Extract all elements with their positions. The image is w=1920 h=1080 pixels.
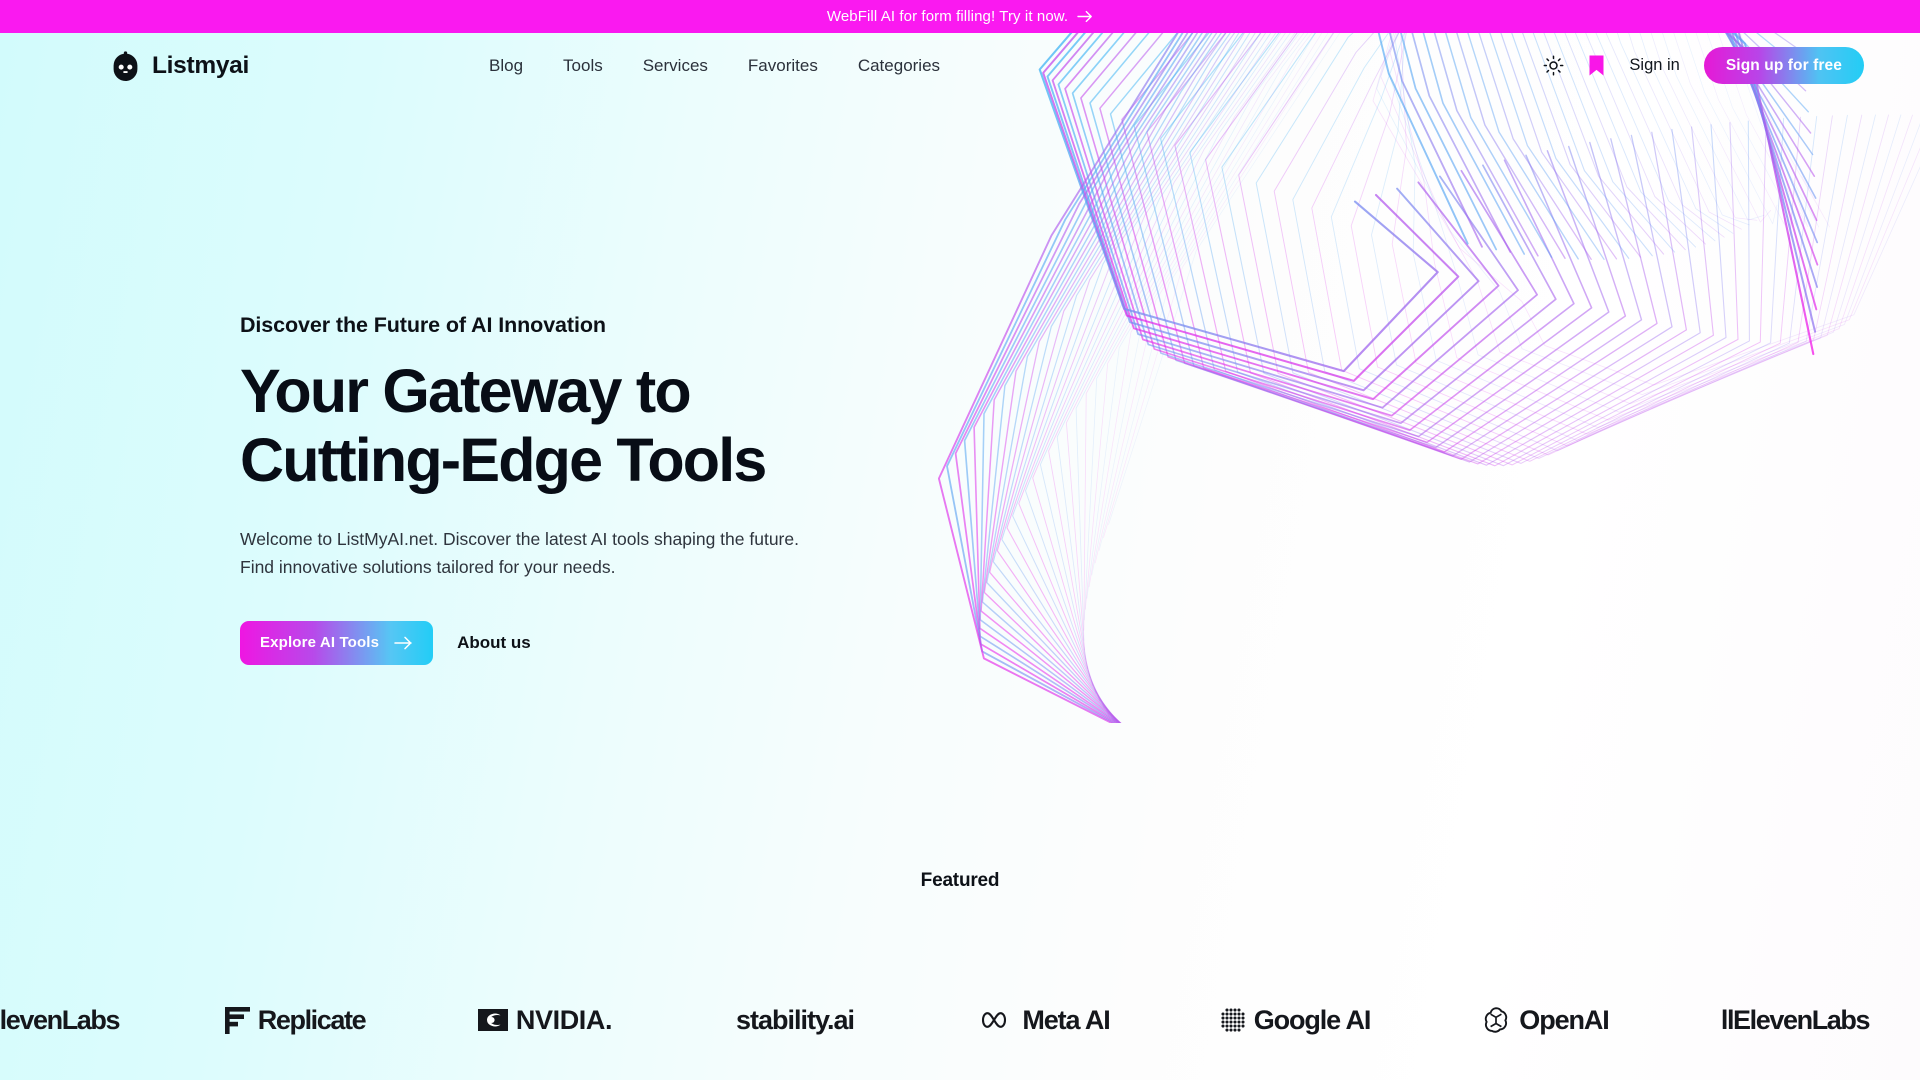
bookmark-button[interactable] bbox=[1588, 54, 1605, 77]
hero-actions: Explore AI Tools About us bbox=[240, 620, 1920, 665]
hero-title: Your Gateway to Cutting-Edge Tools bbox=[240, 357, 1920, 495]
arrow-right-icon bbox=[1077, 10, 1093, 23]
partner-logos-track: llElevenLabs Replicate NVIDIA. stability.ai… bbox=[0, 1005, 1920, 1036]
partner-logo-item[interactable]: stability.ai bbox=[670, 1005, 920, 1036]
hero-title-line-2: Cutting-Edge Tools bbox=[240, 425, 767, 494]
main-navigation: Blog Tools Services Favorites Categories bbox=[489, 56, 940, 76]
partner-logo-item[interactable]: Replicate bbox=[170, 1005, 420, 1036]
nvidia-eye-icon bbox=[477, 1009, 508, 1031]
sign-in-link[interactable]: Sign in bbox=[1629, 56, 1679, 75]
sign-up-button[interactable]: Sign up for free bbox=[1703, 47, 1864, 84]
hero-title-line-1: Your Gateway to bbox=[240, 357, 692, 425]
landing-page: WebFill AI for form filling! Try it now. bbox=[0, 0, 1920, 1080]
header-actions: Sign in Sign up for free bbox=[1543, 47, 1864, 84]
announcement-bar: WebFill AI for form filling! Try it now. bbox=[0, 0, 1920, 33]
nav-item-categories[interactable]: Categories bbox=[858, 56, 940, 76]
partner-logo-item[interactable]: llElevenLabs bbox=[0, 1005, 170, 1036]
openai-logo: OpenAI bbox=[1481, 1005, 1610, 1036]
hero-subtitle: Welcome to ListMyAI.net. Discover the la… bbox=[240, 525, 1920, 582]
partner-logo-item[interactable]: NVIDIA. bbox=[420, 1005, 670, 1036]
partner-logo-item[interactable]: llElevenLabs bbox=[1670, 1005, 1920, 1036]
partner-logos-marquee: llElevenLabs Replicate NVIDIA. stability.ai… bbox=[0, 965, 1920, 1075]
announcement-text: WebFill AI for form filling! Try it now. bbox=[826, 8, 1069, 25]
replicate-mark-icon bbox=[224, 1006, 250, 1034]
hero-subtitle-line-1: Welcome to ListMyAI.net. Discover the la… bbox=[240, 528, 799, 549]
hero-eyebrow: Discover the Future of AI Innovation bbox=[240, 313, 606, 337]
openai-knot-icon bbox=[1485, 1007, 1508, 1033]
partner-logo-item[interactable]: Google AI bbox=[1170, 1005, 1420, 1036]
elevenlabs-logo: llElevenLabs bbox=[0, 1004, 121, 1035]
nav-item-blog[interactable]: Blog bbox=[489, 56, 523, 76]
hero-section: Discover the Future of AI Innovation You… bbox=[0, 98, 1920, 665]
meta-infinity-icon bbox=[982, 1012, 1007, 1028]
nav-item-favorites[interactable]: Favorites bbox=[748, 56, 818, 76]
bookmark-icon bbox=[1589, 55, 1604, 76]
elevenlabs-logo: llElevenLabs bbox=[1720, 1004, 1871, 1035]
featured-label: Featured bbox=[920, 870, 1000, 891]
arrow-right-icon bbox=[394, 636, 412, 649]
hero-subtitle-line-2: Find innovative solutions tailored for y… bbox=[240, 557, 616, 578]
nvidia-logo: NVIDIA. bbox=[477, 1005, 613, 1036]
theme-toggle-button[interactable] bbox=[1543, 55, 1564, 76]
sun-icon bbox=[1543, 55, 1564, 76]
meta-logo: Meta AI bbox=[980, 1005, 1111, 1036]
about-us-link[interactable]: About us bbox=[457, 633, 531, 653]
google-ai-logo: Google AI bbox=[1220, 1005, 1371, 1036]
stabilityai-logo: stability.ai bbox=[735, 1004, 855, 1035]
robot-head-icon bbox=[113, 51, 138, 81]
explore-ai-tools-label: Explore AI Tools bbox=[260, 634, 380, 652]
brand-logo[interactable]: Listmyai bbox=[110, 50, 249, 81]
google-dots-icon bbox=[1221, 1008, 1245, 1032]
nav-item-services[interactable]: Services bbox=[643, 56, 708, 76]
nav-item-tools[interactable]: Tools bbox=[563, 56, 603, 76]
brand-name: Listmyai bbox=[152, 51, 249, 79]
partner-logo-item[interactable]: OpenAI bbox=[1420, 1005, 1670, 1036]
replicate-logo: Replicate bbox=[224, 1005, 367, 1036]
site-header: Listmyai Blog Tools Services Favorites C… bbox=[0, 33, 1920, 98]
featured-section: Featured bbox=[0, 870, 1920, 892]
partner-logo-item[interactable]: Meta AI bbox=[920, 1005, 1170, 1036]
announcement-link[interactable]: WebFill AI for form filling! Try it now. bbox=[827, 8, 1093, 25]
explore-ai-tools-button[interactable]: Explore AI Tools bbox=[240, 620, 434, 665]
